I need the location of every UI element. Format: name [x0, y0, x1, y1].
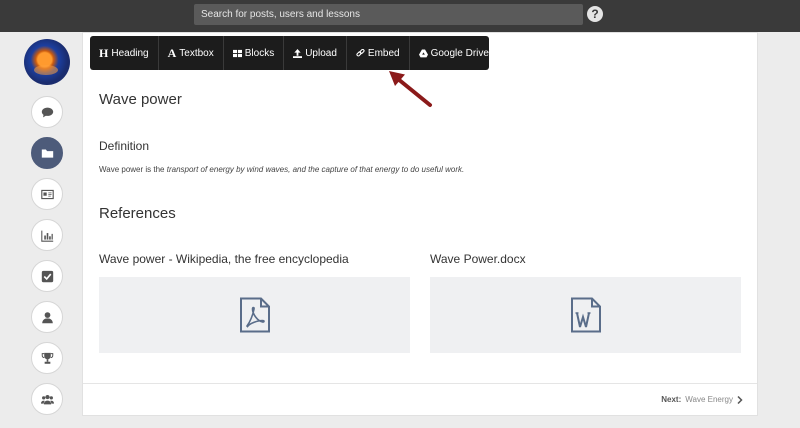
upload-icon — [293, 48, 303, 58]
avatar[interactable] — [24, 39, 70, 85]
sidebar-item-tasks[interactable] — [31, 260, 63, 292]
embed-button[interactable]: Embed — [347, 36, 410, 70]
user-icon — [41, 311, 53, 323]
pdf-file-icon — [239, 297, 270, 333]
check-square-icon — [41, 270, 53, 282]
users-icon — [40, 394, 54, 404]
text-icon: A — [167, 45, 177, 60]
footer-divider — [83, 383, 757, 384]
google-drive-icon — [418, 48, 428, 57]
folder-icon — [41, 148, 53, 158]
references-heading: References — [99, 205, 176, 222]
heading-button[interactable]: H Heading — [90, 36, 159, 70]
reference-title[interactable]: Wave power - Wikipedia, the free encyclo… — [99, 252, 349, 266]
search-input[interactable]: Search for posts, users and lessons — [194, 4, 583, 25]
textbox-button[interactable]: A Textbox — [159, 36, 224, 70]
top-bar: Search for posts, users and lessons ? — [0, 0, 800, 32]
sidebar-item-id-card[interactable] — [31, 178, 63, 210]
sidebar-item-groups[interactable] — [31, 383, 63, 415]
reference-title[interactable]: Wave Power.docx — [430, 252, 526, 266]
link-icon — [356, 48, 365, 56]
reference-card-pdf[interactable] — [99, 277, 410, 353]
sidebar-item-folder[interactable] — [31, 137, 63, 169]
google-drive-button[interactable]: Google Drive — [410, 36, 498, 70]
bar-chart-icon — [40, 230, 53, 242]
comment-icon — [41, 107, 53, 117]
sidebar-item-profile[interactable] — [31, 301, 63, 333]
sidebar — [0, 32, 82, 428]
reference-card-docx[interactable] — [430, 277, 741, 353]
sidebar-item-comments[interactable] — [31, 96, 63, 128]
heading-icon: H — [99, 45, 109, 60]
upload-button[interactable]: Upload — [284, 36, 347, 70]
page-title: Wave power — [99, 91, 182, 108]
definition-text: Wave power is the transport of energy by… — [99, 165, 465, 174]
word-file-icon — [570, 297, 601, 333]
id-card-icon — [40, 189, 54, 199]
chevron-right-icon — [737, 395, 743, 404]
sidebar-item-awards[interactable] — [31, 342, 63, 374]
blocks-button[interactable]: Blocks — [224, 36, 285, 70]
blocks-icon — [232, 49, 242, 57]
next-link[interactable]: Next: Wave Energy — [661, 395, 743, 404]
definition-heading: Definition — [99, 139, 150, 153]
sidebar-item-stats[interactable] — [31, 219, 63, 251]
editor-toolbar: H Heading A Textbox Blocks Upload Embed … — [90, 36, 489, 70]
trophy-icon — [41, 352, 53, 364]
annotation-arrow — [389, 71, 432, 107]
help-icon[interactable]: ? — [587, 6, 603, 22]
